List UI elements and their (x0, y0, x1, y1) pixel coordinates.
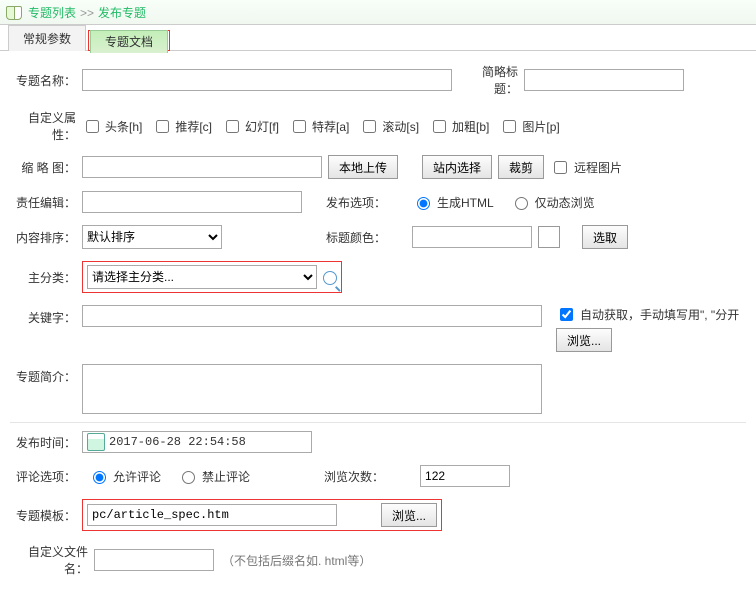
attr-slide[interactable]: 幻灯[f] (222, 117, 279, 136)
label-custom-file: 自定义文件名： (10, 543, 94, 577)
pub-gen-html-radio[interactable] (417, 197, 430, 210)
local-upload-button[interactable]: 本地上传 (328, 155, 398, 179)
name-input[interactable] (82, 69, 452, 91)
intro-textarea[interactable] (82, 364, 542, 414)
breadcrumb: 专题列表 >> 发布专题 (28, 4, 146, 21)
comment-forbid[interactable]: 禁止评论 (177, 468, 250, 485)
pub-time-value: 2017-06-28 22:54:58 (109, 435, 246, 449)
color-swatch[interactable] (538, 226, 560, 248)
search-icon[interactable] (323, 271, 337, 285)
tab-general[interactable]: 常规参数 (8, 25, 86, 51)
attr-special[interactable]: 特荐[a] (289, 117, 349, 136)
pick-color-button[interactable]: 选取 (582, 225, 628, 249)
label-sort: 内容排序： (10, 229, 82, 246)
attr-bold[interactable]: 加粗[b] (429, 117, 489, 136)
attr-special-chk[interactable] (293, 120, 306, 133)
label-short-title: 简略标题： (462, 63, 524, 97)
attr-slide-chk[interactable] (226, 120, 239, 133)
attr-recommend[interactable]: 推荐[c] (152, 117, 212, 136)
label-custom-attr: 自定义属性： (10, 109, 82, 143)
template-highlight: 浏览... (82, 499, 442, 531)
attr-image-chk[interactable] (503, 120, 516, 133)
template-input[interactable] (87, 504, 337, 526)
comment-group: 允许评论 禁止评论 (88, 468, 250, 485)
attr-group: 头条[h] 推荐[c] 幻灯[f] 特荐[a] 滚动[s] 加粗[b] 图片[p… (82, 117, 560, 136)
attr-headline[interactable]: 头条[h] (82, 117, 142, 136)
custom-file-input[interactable] (94, 549, 214, 571)
auto-fetch-option[interactable]: 自动获取，手动填写用", "分开 (556, 305, 739, 324)
pub-gen-html[interactable]: 生成HTML (412, 194, 494, 211)
pub-dynamic[interactable]: 仅动态浏览 (510, 194, 595, 211)
keywords-browse-button[interactable]: 浏览... (556, 328, 612, 352)
short-title-input[interactable] (524, 69, 684, 91)
label-editor: 责任编辑： (10, 194, 82, 211)
tab-general-label: 常规参数 (23, 32, 71, 46)
pub-option-group: 生成HTML 仅动态浏览 (412, 194, 595, 211)
remote-image-chk[interactable] (554, 161, 567, 174)
label-keywords: 关键字： (10, 305, 82, 326)
form-area: 专题名称： 简略标题： 自定义属性： 头条[h] 推荐[c] 幻灯[f] 特荐[… (0, 51, 756, 593)
label-title-color: 标题颜色： (322, 229, 392, 246)
comment-allow-radio[interactable] (93, 471, 106, 484)
main-cat-select[interactable]: 请选择主分类... (87, 265, 317, 289)
page-header: 专题列表 >> 发布专题 (0, 0, 756, 25)
comment-forbid-radio[interactable] (182, 471, 195, 484)
site-select-button[interactable]: 站内选择 (422, 155, 492, 179)
label-thumb: 缩 略 图： (10, 159, 82, 176)
breadcrumb-current: 发布专题 (98, 4, 146, 21)
editor-input[interactable] (82, 191, 302, 213)
label-pub-option: 发布选项： (322, 194, 392, 211)
pub-time-field[interactable]: 2017-06-28 22:54:58 (82, 431, 312, 453)
tab-doc-highlight: 专题文档 (88, 30, 170, 51)
remote-image-option[interactable]: 远程图片 (550, 158, 622, 177)
attr-headline-chk[interactable] (86, 120, 99, 133)
attr-scroll-chk[interactable] (363, 120, 376, 133)
pub-dynamic-radio[interactable] (515, 197, 528, 210)
crop-button[interactable]: 裁剪 (498, 155, 544, 179)
divider (10, 422, 746, 423)
attr-image[interactable]: 图片[p] (499, 117, 559, 136)
tab-bar: 常规参数 专题文档 (0, 25, 756, 51)
main-cat-highlight: 请选择主分类... (82, 261, 342, 293)
comment-allow[interactable]: 允许评论 (88, 468, 161, 485)
thumb-input[interactable] (82, 156, 322, 178)
sort-select[interactable]: 默认排序 (82, 225, 222, 249)
views-input[interactable] (420, 465, 510, 487)
auto-fetch-chk[interactable] (560, 308, 573, 321)
tab-doc[interactable]: 专题文档 (90, 30, 168, 53)
label-views: 浏览次数： (320, 468, 390, 485)
label-pub-time: 发布时间： (10, 434, 82, 451)
breadcrumb-list[interactable]: 专题列表 (28, 4, 76, 21)
attr-bold-chk[interactable] (433, 120, 446, 133)
breadcrumb-sep: >> (80, 6, 94, 20)
attr-scroll[interactable]: 滚动[s] (359, 117, 419, 136)
label-template: 专题模板： (10, 507, 82, 524)
label-intro: 专题简介： (10, 364, 82, 385)
book-icon (6, 6, 22, 20)
calendar-icon (87, 433, 105, 451)
attr-recommend-chk[interactable] (156, 120, 169, 133)
label-name: 专题名称： (10, 72, 82, 89)
keywords-input[interactable] (82, 305, 542, 327)
tab-doc-label: 专题文档 (105, 35, 153, 49)
template-browse-button[interactable]: 浏览... (381, 503, 437, 527)
label-comment: 评论选项： (10, 468, 82, 485)
title-color-input[interactable] (412, 226, 532, 248)
custom-file-hint: （不包括后缀名如. html等） (222, 552, 371, 569)
label-main-cat: 主分类： (10, 269, 82, 286)
